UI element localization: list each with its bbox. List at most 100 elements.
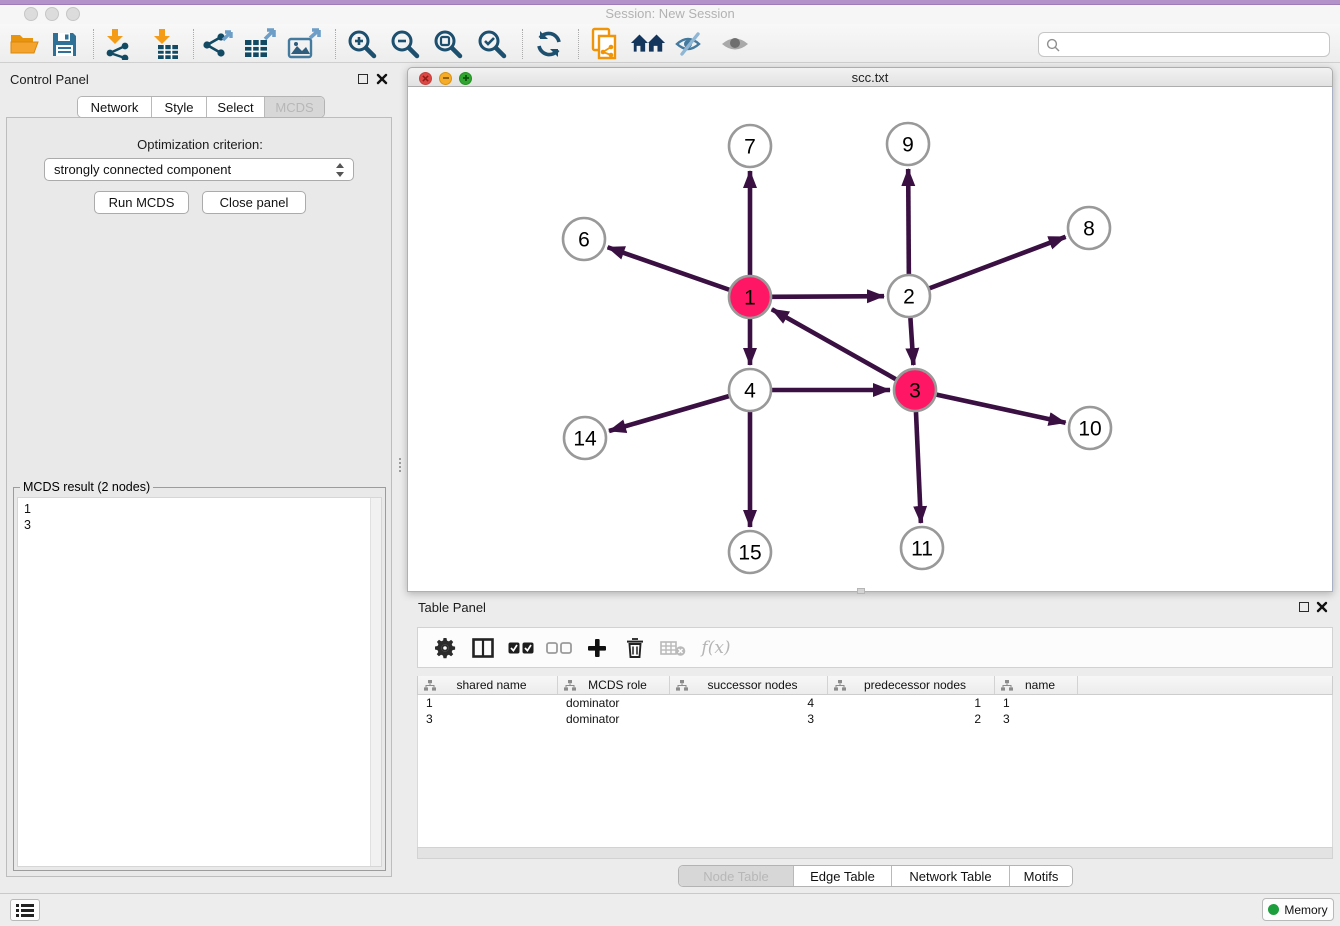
zoom-out-icon[interactable] [387,26,423,62]
horizontal-scrollbar[interactable] [417,847,1333,859]
node-label: 2 [903,286,915,309]
edge-3-10[interactable] [936,395,1065,423]
tab-style[interactable]: Style [152,97,207,117]
optimization-criterion-select[interactable]: strongly connected component [44,158,354,181]
graph-node-8[interactable]: 8 [1068,207,1110,249]
task-list-button[interactable] [10,899,40,921]
splitter-handle[interactable] [857,588,865,594]
column-header-filler [1078,676,1332,694]
delete-icon[interactable] [616,630,654,666]
table-cell[interactable]: 3 [418,711,558,727]
table-cell[interactable]: 2 [828,711,995,727]
node-label: 11 [911,538,933,561]
hierarchy-icon [1001,680,1013,691]
column-header-label: name [1013,678,1077,692]
zoom-in-icon[interactable] [344,26,380,62]
search-input[interactable] [1064,34,1329,55]
tab-edge-table[interactable]: Edge Table [794,866,892,886]
clone-network-icon[interactable] [586,26,622,62]
control-panel-close-icon[interactable] [376,73,388,85]
save-session-icon[interactable] [46,26,82,62]
search-box[interactable] [1038,32,1330,57]
column-header-MCDS-role[interactable]: MCDS role [558,676,670,694]
column-header-name[interactable]: name [995,676,1078,694]
zoom-selected-icon[interactable] [474,26,510,62]
graph-node-7[interactable]: 7 [729,125,771,167]
edge-2-9[interactable] [908,169,909,274]
open-file-icon[interactable] [6,26,42,62]
network-window-title: scc.txt [407,70,1333,85]
tab-select[interactable]: Select [207,97,265,117]
table-cell[interactable]: dominator [558,695,670,711]
first-neighbors-icon[interactable] [630,26,666,62]
export-table-icon[interactable] [243,26,279,62]
graph-node-1[interactable]: 1 [729,276,771,318]
scrollbar[interactable] [370,498,381,866]
tab-mcds[interactable]: MCDS [265,97,324,117]
graph-node-9[interactable]: 9 [887,123,929,165]
table-panel-close-icon[interactable] [1316,601,1328,613]
delete-table-icon[interactable] [654,630,692,666]
tab-network[interactable]: Network [78,97,152,117]
close-panel-button[interactable]: Close panel [202,191,306,214]
table-cell[interactable]: 3 [995,711,1078,727]
table-cell[interactable]: 1 [995,695,1078,711]
edge-2-3[interactable] [910,318,913,365]
edge-3-1[interactable] [772,309,896,379]
gear-icon[interactable] [426,630,464,666]
splitter-handle[interactable] [399,458,402,472]
graph-node-3[interactable]: 3 [894,369,936,411]
column-header-successor-nodes[interactable]: successor nodes [670,676,828,694]
export-network-icon[interactable] [200,26,236,62]
edge-4-14[interactable] [609,396,729,431]
tab-node-table[interactable]: Node Table [679,866,794,886]
graph-node-6[interactable]: 6 [563,218,605,260]
import-network-icon[interactable] [100,26,136,62]
table-cell[interactable]: dominator [558,711,670,727]
run-mcds-button[interactable]: Run MCDS [94,191,189,214]
control-panel-float-icon[interactable] [358,74,368,84]
graph-node-4[interactable]: 4 [729,369,771,411]
memory-button[interactable]: Memory [1262,898,1334,921]
edge-3-11[interactable] [916,412,921,523]
columns-icon[interactable] [464,630,502,666]
table-cell[interactable]: 4 [670,695,828,711]
table-panel-float-icon[interactable] [1299,602,1309,612]
edge-1-2[interactable] [772,296,884,297]
mcds-result-list[interactable]: 13 [17,497,382,867]
table-row[interactable]: 3dominator323 [418,711,1332,727]
edge-1-6[interactable] [608,247,730,289]
edge-2-8[interactable] [930,237,1066,288]
deselect-all-icon[interactable] [540,630,578,666]
show-all-icon[interactable] [718,26,754,62]
hierarchy-icon [564,680,576,691]
column-header-predecessor-nodes[interactable]: predecessor nodes [828,676,995,694]
network-canvas[interactable]: 7 9 6 8 1 2 4 3 14 10 15 11 [407,87,1333,592]
status-bar [0,893,1340,926]
node-label: 3 [909,380,921,403]
hide-selected-icon[interactable] [673,26,709,62]
function-icon[interactable]: f(x) [692,630,740,666]
column-header-shared-name[interactable]: shared name [418,676,558,694]
select-all-icon[interactable] [502,630,540,666]
network-graph[interactable]: 7 9 6 8 1 2 4 3 14 10 15 11 [408,87,1332,590]
node-label: 15 [738,542,761,565]
graph-node-14[interactable]: 14 [564,417,606,459]
graph-node-15[interactable]: 15 [729,531,771,573]
tab-motifs[interactable]: Motifs [1010,866,1072,886]
import-table-icon[interactable] [147,26,183,62]
table-cell[interactable]: 1 [828,695,995,711]
graph-node-2[interactable]: 2 [888,275,930,317]
graph-node-11[interactable]: 11 [901,527,943,569]
mcds-result-group: MCDS result (2 nodes) 13 [13,487,386,871]
export-image-icon[interactable] [287,26,323,62]
tab-network-table[interactable]: Network Table [892,866,1010,886]
table-body[interactable]: 1dominator4113dominator323 [417,695,1333,847]
add-icon[interactable] [578,630,616,666]
graph-node-10[interactable]: 10 [1069,407,1111,449]
table-row[interactable]: 1dominator411 [418,695,1332,711]
refresh-icon[interactable] [531,26,567,62]
zoom-fit-icon[interactable] [430,26,466,62]
table-cell[interactable]: 3 [670,711,828,727]
table-cell[interactable]: 1 [418,695,558,711]
